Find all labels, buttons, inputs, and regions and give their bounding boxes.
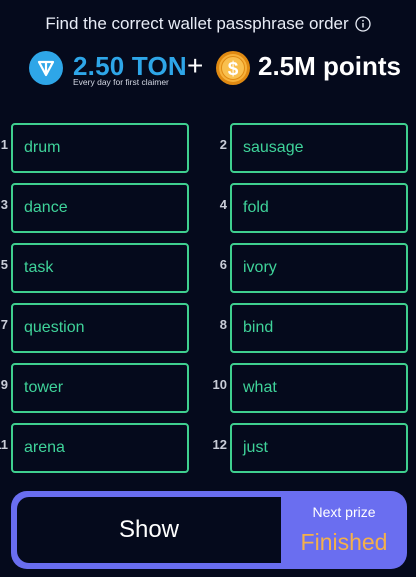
word-item: 2 sausage xyxy=(0,123,416,173)
word-number: 4 xyxy=(219,197,227,212)
word-number: 2 xyxy=(219,137,227,152)
word-slot[interactable]: fold xyxy=(230,183,408,233)
next-prize-label: Next prize xyxy=(312,504,376,520)
word-label: fold xyxy=(243,199,269,216)
word-item: 6 ivory xyxy=(0,243,416,293)
word-grid: 1 drum 2 sausage 3 dance 4 fold 5 task 6 ivory 7 ques… xyxy=(0,0,416,480)
word-item: 4 fold xyxy=(0,183,416,233)
word-slot[interactable]: ivory xyxy=(230,243,408,293)
word-slot[interactable]: sausage xyxy=(230,123,408,173)
next-prize-status: Finished xyxy=(300,529,388,555)
word-slot[interactable]: just xyxy=(230,423,408,473)
passphrase-page: Find the correct wallet passphrase order… xyxy=(0,0,416,577)
word-number: 12 xyxy=(212,437,227,452)
word-label: ivory xyxy=(243,259,277,276)
word-slot[interactable]: bind xyxy=(230,303,408,353)
word-slot[interactable]: what xyxy=(230,363,408,413)
bottom-action-bar: Show Next prize Finished xyxy=(11,491,407,569)
word-item: 10 what xyxy=(0,363,416,413)
word-label: just xyxy=(243,439,268,456)
word-number: 10 xyxy=(212,377,227,392)
word-label: sausage xyxy=(243,139,304,156)
word-number: 8 xyxy=(219,317,227,332)
show-button[interactable]: Show xyxy=(17,497,281,563)
word-number: 6 xyxy=(219,257,227,272)
word-label: bind xyxy=(243,319,274,336)
word-item: 8 bind xyxy=(0,303,416,353)
word-item: 12 just xyxy=(0,423,416,473)
word-label: what xyxy=(243,379,277,396)
